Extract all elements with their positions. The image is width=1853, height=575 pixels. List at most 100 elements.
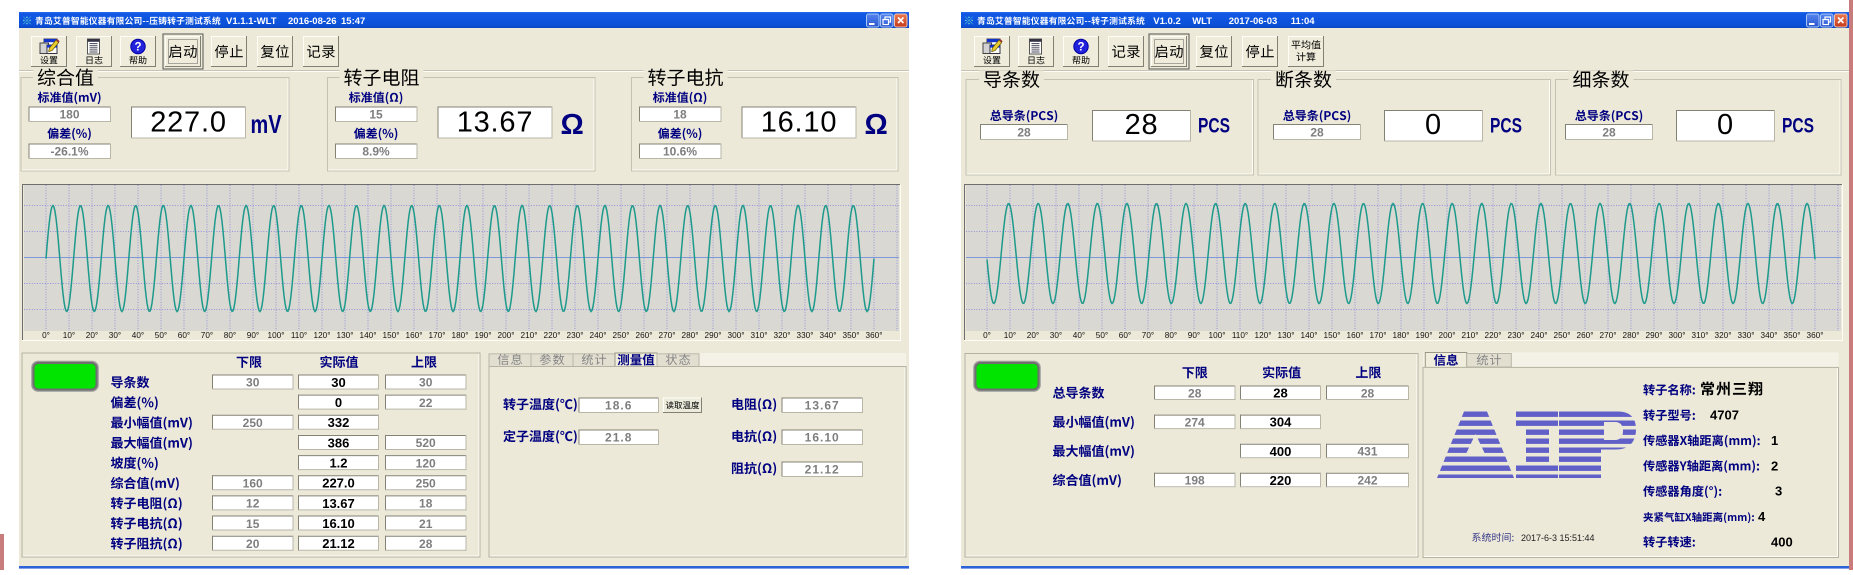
svg-text:16.10: 16.10 <box>761 107 838 139</box>
svg-text:120: 120 <box>416 456 436 470</box>
svg-text:28: 28 <box>1017 126 1031 140</box>
svg-text:190°: 190° <box>1416 331 1433 340</box>
svg-text:PCS: PCS <box>1782 114 1814 137</box>
svg-text:20°: 20° <box>86 331 98 340</box>
svg-text:350°: 350° <box>1784 331 1801 340</box>
svg-text:150°: 150° <box>1324 331 1341 340</box>
svg-text:12: 12 <box>246 497 260 511</box>
svg-text:200°: 200° <box>498 331 515 340</box>
svg-text:28: 28 <box>1273 386 1287 401</box>
svg-text:4: 4 <box>1758 509 1766 524</box>
svg-text:400: 400 <box>1270 444 1292 459</box>
svg-text:120°: 120° <box>1255 331 1272 340</box>
svg-text:10°: 10° <box>63 331 75 340</box>
svg-text:400: 400 <box>1771 534 1793 549</box>
svg-text:150°: 150° <box>383 331 400 340</box>
svg-text:?: ? <box>134 42 141 54</box>
svg-text:28: 28 <box>1125 109 1159 141</box>
svg-text:?: ? <box>1077 42 1084 54</box>
svg-text:260°: 260° <box>1577 331 1594 340</box>
svg-text:220: 220 <box>1270 473 1292 488</box>
svg-text:2016-08-26: 2016-08-26 <box>288 16 337 27</box>
svg-text:2017-6-3 15:51:44: 2017-6-3 15:51:44 <box>1521 533 1595 543</box>
svg-text:250: 250 <box>416 476 436 490</box>
svg-text:310°: 310° <box>751 331 768 340</box>
svg-text:274: 274 <box>1185 416 1205 430</box>
svg-text:280°: 280° <box>682 331 699 340</box>
svg-text:90°: 90° <box>1188 331 1200 340</box>
svg-text:0: 0 <box>335 395 342 410</box>
svg-text:13.67: 13.67 <box>457 107 534 139</box>
svg-text:300°: 300° <box>728 331 745 340</box>
svg-text:0: 0 <box>1717 109 1734 141</box>
svg-text:110°: 110° <box>291 331 307 340</box>
svg-text:1: 1 <box>1771 433 1778 448</box>
svg-text:WLT: WLT <box>1192 16 1212 27</box>
svg-text:60°: 60° <box>1119 331 1131 340</box>
svg-text:30: 30 <box>331 375 345 390</box>
svg-text:110°: 110° <box>1232 331 1248 340</box>
svg-text:2: 2 <box>1771 458 1778 473</box>
svg-text:40°: 40° <box>1073 331 1085 340</box>
svg-text:160: 160 <box>243 476 263 490</box>
svg-text:-26.1%: -26.1% <box>50 145 88 159</box>
svg-text:304: 304 <box>1270 415 1292 430</box>
svg-text:210°: 210° <box>1462 331 1479 340</box>
svg-text:140°: 140° <box>360 331 377 340</box>
svg-text:21.12: 21.12 <box>322 536 355 551</box>
svg-text:30°: 30° <box>109 331 121 340</box>
svg-text:350°: 350° <box>843 331 860 340</box>
svg-text:18: 18 <box>419 497 433 511</box>
svg-text:220°: 220° <box>544 331 561 340</box>
svg-text:290°: 290° <box>1646 331 1663 340</box>
svg-text:250°: 250° <box>613 331 630 340</box>
svg-text:60°: 60° <box>178 331 190 340</box>
svg-text:100°: 100° <box>1209 331 1226 340</box>
svg-text:332: 332 <box>328 415 350 430</box>
svg-text:70°: 70° <box>1142 331 1154 340</box>
svg-text:15: 15 <box>246 517 260 531</box>
svg-text:260°: 260° <box>636 331 653 340</box>
svg-text:227.0: 227.0 <box>150 107 227 139</box>
svg-text:PCS: PCS <box>1198 114 1230 137</box>
svg-text:40°: 40° <box>132 331 144 340</box>
svg-text:30: 30 <box>419 376 433 390</box>
svg-text:mV: mV <box>251 109 282 139</box>
svg-text:15:47: 15:47 <box>341 16 365 27</box>
svg-text:V1.0.2: V1.0.2 <box>1153 16 1180 27</box>
svg-text:Ω: Ω <box>561 109 584 141</box>
svg-text:290°: 290° <box>705 331 722 340</box>
svg-text:386: 386 <box>328 435 350 450</box>
svg-text:160°: 160° <box>406 331 423 340</box>
svg-text:170°: 170° <box>429 331 446 340</box>
svg-text:330°: 330° <box>1738 331 1755 340</box>
svg-text:190°: 190° <box>475 331 492 340</box>
svg-text:130°: 130° <box>337 331 354 340</box>
svg-text:21: 21 <box>419 517 433 531</box>
svg-text:227.0: 227.0 <box>322 476 355 491</box>
svg-text:320°: 320° <box>1715 331 1732 340</box>
svg-text:320°: 320° <box>774 331 791 340</box>
svg-text:28: 28 <box>1361 386 1375 400</box>
svg-text:431: 431 <box>1357 445 1377 459</box>
svg-text:2017-06-03: 2017-06-03 <box>1229 16 1278 27</box>
svg-text:30: 30 <box>246 376 260 390</box>
svg-text:16.10: 16.10 <box>805 431 840 445</box>
svg-text:160°: 160° <box>1347 331 1364 340</box>
svg-text:30°: 30° <box>1050 331 1062 340</box>
svg-text:270°: 270° <box>1600 331 1617 340</box>
svg-text:1.2: 1.2 <box>329 456 347 471</box>
svg-text:360°: 360° <box>1807 331 1824 340</box>
svg-text:140°: 140° <box>1301 331 1318 340</box>
svg-text:28: 28 <box>1310 126 1324 140</box>
svg-text:70°: 70° <box>201 331 213 340</box>
svg-text:180°: 180° <box>1393 331 1410 340</box>
svg-text:Ω: Ω <box>865 109 888 141</box>
svg-text:13.67: 13.67 <box>805 399 840 413</box>
svg-text:21.8: 21.8 <box>605 431 632 445</box>
svg-text:250: 250 <box>243 416 263 430</box>
svg-text:10°: 10° <box>1004 331 1016 340</box>
svg-text:170°: 170° <box>1370 331 1387 340</box>
svg-text:230°: 230° <box>1508 331 1525 340</box>
svg-text:360°: 360° <box>866 331 883 340</box>
